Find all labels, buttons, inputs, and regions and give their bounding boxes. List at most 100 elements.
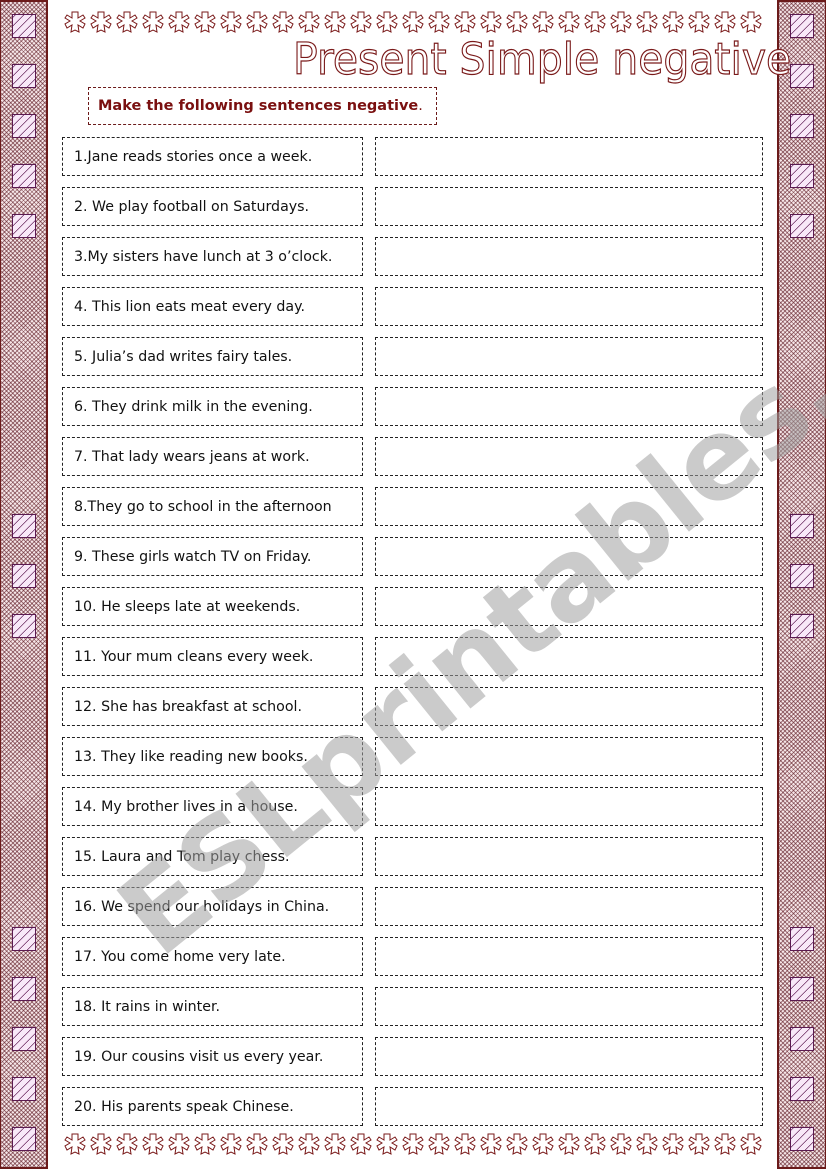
flower-icon	[218, 10, 244, 36]
flower-icon	[270, 1132, 296, 1158]
flower-icon	[322, 10, 348, 36]
exercise-row: 5. Julia’s dad writes fairy tales.	[62, 337, 764, 376]
flower-icon	[62, 1132, 88, 1158]
exercise-row: 7. That lady wears jeans at work.	[62, 437, 764, 476]
worksheet-title: Present Simple negative	[292, 33, 792, 85]
hatched-square-icon	[790, 1077, 814, 1101]
flower-icon	[374, 1132, 400, 1158]
exercise-row: 18. It rains in winter.	[62, 987, 764, 1026]
hatched-square-icon	[12, 1027, 36, 1051]
answer-field[interactable]	[375, 637, 763, 676]
flower-icon	[660, 1132, 686, 1158]
answer-field[interactable]	[375, 1037, 763, 1076]
flower-icon	[504, 1132, 530, 1158]
sentence-box: 10. He sleeps late at weekends.	[62, 587, 363, 626]
answer-field[interactable]	[375, 737, 763, 776]
hatched-square-icon	[12, 614, 36, 638]
flower-icon	[140, 10, 166, 36]
sentence-box: 3.My sisters have lunch at 3 o’clock.	[62, 237, 363, 276]
flower-icon	[660, 10, 686, 36]
answer-field[interactable]	[375, 937, 763, 976]
flower-icon	[374, 10, 400, 36]
answer-field[interactable]	[375, 687, 763, 726]
answer-field[interactable]	[375, 587, 763, 626]
hatched-square-icon	[790, 1127, 814, 1151]
exercise-row: 2. We play football on Saturdays.	[62, 187, 764, 226]
flower-icon	[218, 1132, 244, 1158]
flower-icon	[452, 1132, 478, 1158]
flower-icon	[322, 1132, 348, 1158]
flower-icon	[192, 1132, 218, 1158]
flower-icon	[556, 10, 582, 36]
exercise-row: 15. Laura and Tom play chess.	[62, 837, 764, 876]
exercise-row: 8.They go to school in the afternoon	[62, 487, 764, 526]
flower-icon	[608, 1132, 634, 1158]
exercise-row: 4. This lion eats meat every day.	[62, 287, 764, 326]
sentence-box: 17. You come home very late.	[62, 937, 363, 976]
flower-icon	[270, 10, 296, 36]
flower-icon	[478, 10, 504, 36]
hatched-square-icon	[12, 114, 36, 138]
hatched-square-icon	[790, 14, 814, 38]
flower-icon	[192, 10, 218, 36]
flower-icon	[88, 10, 114, 36]
answer-field[interactable]	[375, 137, 763, 176]
flower-icon	[88, 1132, 114, 1158]
answer-field[interactable]	[375, 187, 763, 226]
hatched-square-icon	[12, 927, 36, 951]
answer-field[interactable]	[375, 1087, 763, 1126]
hatched-square-icon	[790, 514, 814, 538]
flower-icon	[296, 1132, 322, 1158]
hatched-square-icon	[12, 564, 36, 588]
answer-field[interactable]	[375, 537, 763, 576]
sentence-box: 18. It rains in winter.	[62, 987, 363, 1026]
hatched-square-icon	[12, 64, 36, 88]
flower-icon	[556, 1132, 582, 1158]
flower-icon	[530, 10, 556, 36]
instruction-box: Make the following sentences negative.	[88, 87, 437, 125]
flower-icon	[400, 1132, 426, 1158]
answer-field[interactable]	[375, 837, 763, 876]
flower-icon	[348, 10, 374, 36]
flower-icon	[634, 1132, 660, 1158]
hatched-square-icon	[790, 214, 814, 238]
answer-field[interactable]	[375, 237, 763, 276]
hatched-square-icon	[12, 977, 36, 1001]
answer-field[interactable]	[375, 487, 763, 526]
flower-icon	[400, 10, 426, 36]
flower-icon	[686, 10, 712, 36]
flower-icon	[114, 10, 140, 36]
instruction-text: Make the following sentences negative	[98, 98, 419, 114]
flower-icon	[608, 10, 634, 36]
flower-icon	[634, 10, 660, 36]
answer-field[interactable]	[375, 887, 763, 926]
exercise-row: 14. My brother lives in a house.	[62, 787, 764, 826]
flower-icon	[244, 10, 270, 36]
hatched-square-icon	[12, 214, 36, 238]
top-flower-border	[62, 10, 762, 36]
hatched-square-icon	[12, 164, 36, 188]
exercise-row: 13. They like reading new books.	[62, 737, 764, 776]
flower-icon	[504, 10, 530, 36]
sentence-box: 9. These girls watch TV on Friday.	[62, 537, 363, 576]
answer-field[interactable]	[375, 987, 763, 1026]
sentence-box: 15. Laura and Tom play chess.	[62, 837, 363, 876]
flower-icon	[166, 1132, 192, 1158]
answer-field[interactable]	[375, 437, 763, 476]
answer-field[interactable]	[375, 337, 763, 376]
hatched-square-icon	[12, 1127, 36, 1151]
flower-icon	[738, 10, 762, 36]
exercise-row: 20. His parents speak Chinese.	[62, 1087, 764, 1126]
exercise-row: 3.My sisters have lunch at 3 o’clock.	[62, 237, 764, 276]
answer-field[interactable]	[375, 387, 763, 426]
exercise-row: 6. They drink milk in the evening.	[62, 387, 764, 426]
flower-icon	[296, 10, 322, 36]
answer-field[interactable]	[375, 287, 763, 326]
hatched-square-icon	[790, 977, 814, 1001]
flower-icon	[712, 1132, 738, 1158]
flower-icon	[62, 10, 88, 36]
sentence-box: 1.Jane reads stories once a week.	[62, 137, 363, 176]
flower-icon	[582, 10, 608, 36]
exercise-row: 12. She has breakfast at school.	[62, 687, 764, 726]
answer-field[interactable]	[375, 787, 763, 826]
